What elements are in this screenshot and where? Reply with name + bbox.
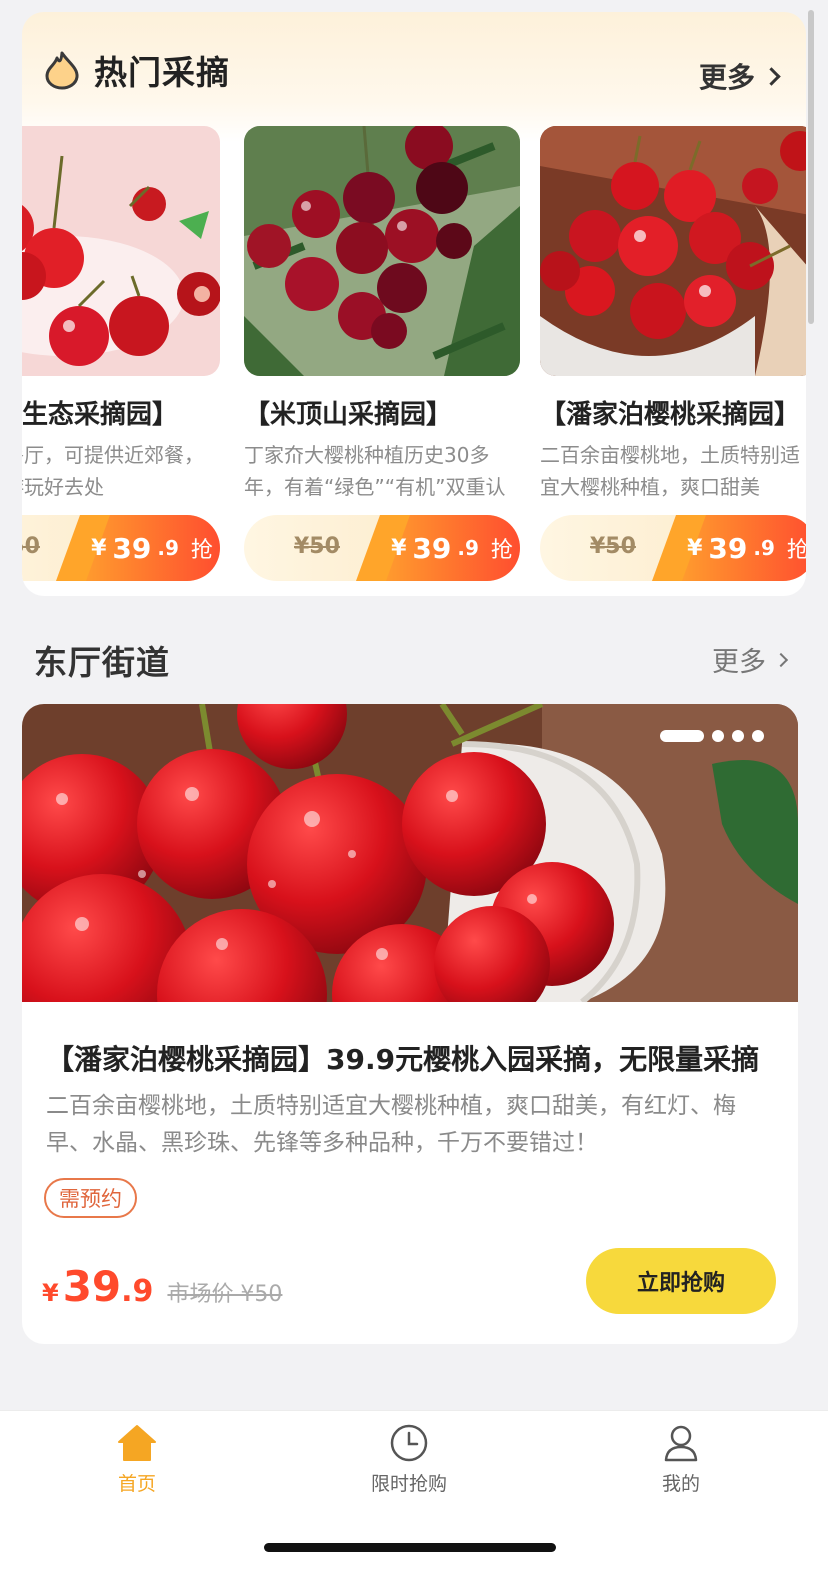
hot-picking-header: 热门采摘 [42, 48, 230, 92]
product-card[interactable]: 【潘家泊樱桃采摘园】 二百余亩樱桃地，土质特别适宜大樱桃种植，爽口甜美 ¥50 … [540, 126, 806, 581]
product-desc: 丁家夼大樱桃种植历史30多年，有着“绿色”“有机”双重认证 [244, 443, 506, 499]
carousel-indicator[interactable] [660, 730, 764, 742]
product-image [244, 126, 520, 376]
bottom-tab-bar: 首页 限时抢购 我的 [0, 1410, 828, 1588]
product-price-bar[interactable]: ¥50 ¥ 39.9 抢 [22, 515, 220, 581]
tab-profile[interactable]: 我的 [606, 1423, 756, 1496]
product-image [22, 126, 220, 376]
user-icon [664, 1425, 698, 1462]
street-more-label: 更多 [712, 647, 766, 678]
tab-home[interactable]: 首页 [62, 1423, 212, 1496]
deal-desc: 二百余亩樱桃地，土质特别适宜大樱桃种植，爽口甜美，有红灯、梅早、水晶、黑珍珠、先… [46, 1093, 736, 1156]
deal-title: 【潘家泊樱桃采摘园】39.9元樱桃入园采摘，无限量采摘 [46, 1043, 760, 1076]
tab-flash-sale[interactable]: 限时抢购 [334, 1423, 484, 1496]
price-currency: ¥ [391, 535, 407, 561]
price-decimal: .9 [121, 1274, 154, 1309]
grab-label: 抢 [786, 538, 806, 563]
hot-picking-card: 热门采摘 更多 【东厅生态采摘园】 农家乐餐厅，可 [22, 12, 806, 596]
grab-button[interactable]: ¥ 39.9 抢 [680, 515, 806, 581]
product-desc: 二百余亩樱桃地，土质特别适宜大樱桃种植，爽口甜美 [540, 443, 800, 499]
product-image [540, 126, 806, 376]
hot-picking-title: 热门采摘 [94, 53, 230, 92]
carousel-dot[interactable] [712, 730, 724, 742]
price-currency: ¥ [687, 535, 703, 561]
tab-label: 首页 [117, 1473, 156, 1495]
price-decimal: .9 [157, 536, 179, 560]
price-decimal: .9 [753, 536, 775, 560]
chevron-right-icon [773, 652, 789, 667]
product-card[interactable]: 【米顶山采摘园】 丁家夼大樱桃种植历史30多年，有着“绿色”“有机”双重认证 ¥… [244, 126, 520, 581]
carousel-dot[interactable] [732, 730, 744, 742]
product-card[interactable]: 【东厅生态采摘园】 农家乐餐厅，可提供近郊餐，团建、游玩好去处 ¥50 ¥ 39… [22, 126, 220, 581]
grab-label: 抢 [490, 538, 513, 563]
product-title: 【东厅生态采摘园】 [22, 400, 179, 430]
price-currency: ¥ [42, 1279, 59, 1307]
hot-product-strip[interactable]: 【东厅生态采摘园】 农家乐餐厅，可提供近郊餐，团建、游玩好去处 ¥50 ¥ 39… [22, 126, 806, 586]
price-integer: 39 [62, 1262, 122, 1311]
deal-carousel-image[interactable] [22, 704, 798, 1002]
scrollbar[interactable] [808, 10, 814, 324]
price-currency: ¥ [91, 535, 107, 561]
tab-label: 限时抢购 [370, 1473, 447, 1495]
reservation-badge: 需预约 [44, 1178, 137, 1218]
product-old-price: ¥50 [22, 534, 40, 559]
tab-label: 我的 [661, 1473, 700, 1495]
chevron-right-icon [762, 66, 781, 86]
deal-card[interactable]: 【潘家泊樱桃采摘园】39.9元樱桃入园采摘，无限量采摘 二百余亩樱桃地，土质特别… [22, 704, 798, 1344]
carousel-dot-active[interactable] [660, 730, 704, 742]
grab-button[interactable]: ¥ 39.9 抢 [84, 515, 220, 581]
buy-now-button[interactable]: 立即抢购 [586, 1248, 776, 1314]
price-integer: 39 [412, 531, 452, 565]
product-price-bar[interactable]: ¥50 ¥ 39.9 抢 [540, 515, 806, 581]
grab-button[interactable]: ¥ 39.9 抢 [384, 515, 520, 581]
home-icon [118, 1425, 156, 1461]
market-price: 市场价 ¥50 [167, 1282, 283, 1307]
street-more-link[interactable]: 更多 [712, 640, 789, 679]
flame-icon [45, 51, 79, 90]
product-old-price: ¥50 [294, 534, 340, 559]
street-section-title: 东厅街道 [34, 643, 170, 682]
price-integer: 39 [708, 531, 748, 565]
product-desc: 农家乐餐厅，可提供近郊餐，团建、游玩好去处 [22, 443, 204, 499]
product-title: 【潘家泊樱桃采摘园】 [540, 400, 801, 430]
hot-more-link[interactable]: 更多 [698, 56, 781, 96]
grab-label: 抢 [190, 538, 213, 563]
carousel-dot[interactable] [752, 730, 764, 742]
price-decimal: .9 [457, 536, 479, 560]
price-integer: 39 [112, 531, 152, 565]
deal-price: ¥ 39 .9 市场价 ¥50 [42, 1262, 282, 1311]
home-indicator[interactable] [264, 1543, 556, 1552]
product-old-price: ¥50 [590, 534, 636, 559]
hot-more-label: 更多 [698, 61, 755, 94]
product-price-bar[interactable]: ¥50 ¥ 39.9 抢 [244, 515, 520, 581]
clock-icon [390, 1424, 428, 1462]
product-title: 【米顶山采摘园】 [244, 400, 453, 430]
